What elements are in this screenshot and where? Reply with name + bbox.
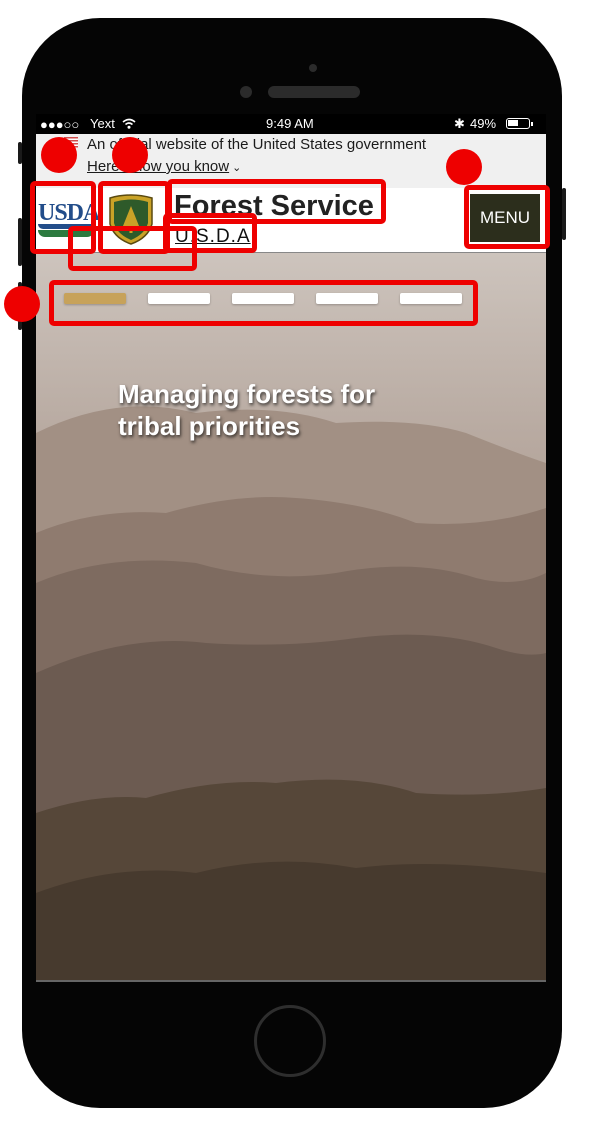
battery-percent: 49% — [470, 116, 497, 131]
power-button — [562, 188, 566, 240]
gov-banner-link[interactable]: Here's how you know ⌄ — [87, 158, 241, 175]
mute-switch — [18, 142, 22, 164]
carrier-name: Yext — [90, 116, 115, 131]
annotation-pin-carousel — [4, 286, 40, 322]
battery-tip — [531, 122, 533, 126]
annotation-pin-usda — [41, 137, 77, 173]
annotation-box-carousel — [49, 280, 478, 326]
home-button[interactable] — [254, 1005, 326, 1077]
status-time: 9:49 AM — [266, 116, 314, 131]
annotation-box-menu — [464, 185, 550, 249]
earpiece-speaker — [268, 86, 360, 98]
gov-banner-link-text: Here's how you know — [87, 158, 230, 175]
chevron-down-icon: ⌄ — [232, 162, 242, 174]
signal-icon: ●●●○○ — [40, 117, 80, 132]
wifi-icon — [122, 118, 136, 129]
proximity-sensor — [309, 64, 317, 72]
volume-up-button — [18, 218, 22, 266]
front-camera — [240, 86, 252, 98]
mountain-landscape-image — [36, 406, 546, 980]
annotation-pin-menu — [446, 149, 482, 185]
annotation-box-subtitle — [163, 213, 257, 253]
screen-bottom-edge — [36, 980, 546, 982]
battery-icon — [506, 118, 530, 129]
status-bar: ●●●○○ Yext 9:49 AM ✱ 49% — [36, 114, 546, 134]
annotation-pin-shield — [112, 137, 148, 173]
bluetooth-icon: ✱ — [454, 116, 465, 131]
hero-banner: Managing forests for tribal priorities — [36, 253, 546, 980]
annotation-box-shield — [98, 181, 170, 254]
hero-headline[interactable]: Managing forests for tribal priorities — [118, 378, 438, 442]
